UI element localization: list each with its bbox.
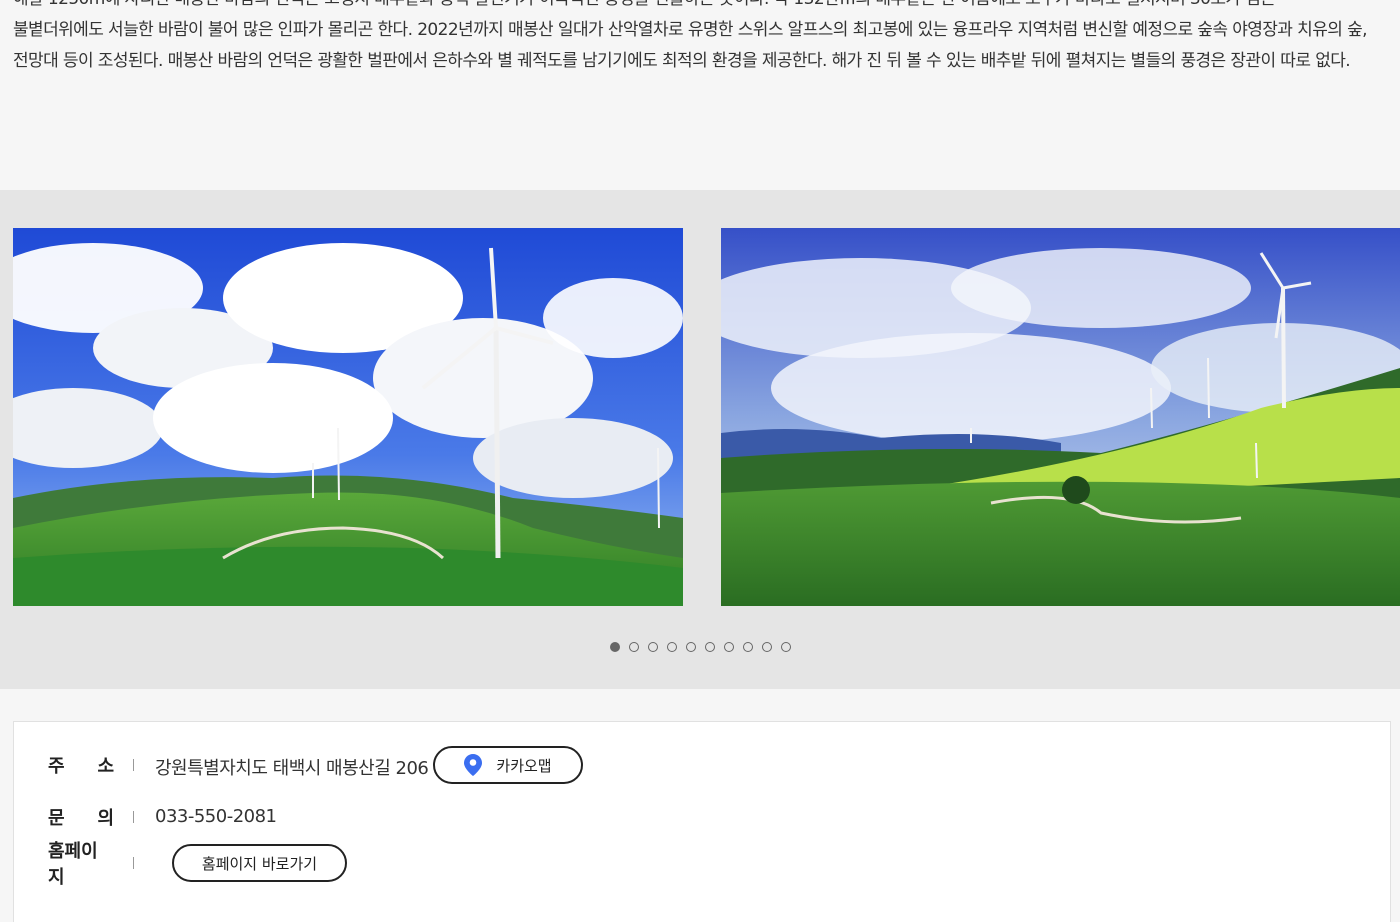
gallery-dot-9[interactable]: [762, 642, 772, 652]
contact-phone: 033-550-2081: [155, 806, 277, 827]
gallery-pagination: [610, 642, 791, 652]
gallery-dot-7[interactable]: [724, 642, 734, 652]
photo-gallery: [0, 190, 1400, 689]
address-label: 주 소: [48, 756, 114, 777]
cabbage-field-photo: [721, 228, 1400, 606]
gallery-dot-4[interactable]: [667, 642, 677, 652]
gallery-dot-5[interactable]: [686, 642, 696, 652]
gallery-dot-10[interactable]: [781, 642, 791, 652]
gallery-dot-8[interactable]: [743, 642, 753, 652]
map-pin-icon: [464, 754, 483, 776]
description-line: 해발 1250m에 자리한 매봉산 바람의 언덕은 고랭지 배추밭과 풍력 발전…: [13, 0, 1391, 15]
gallery-dot-3[interactable]: [648, 642, 658, 652]
homepage-label: 홈페이지: [48, 841, 98, 888]
description-line: 전망대 등이 조성된다. 매봉산 바람의 언덕은 광활한 벌판에서 은하수와 별…: [13, 51, 1351, 71]
wind-turbine-hill-photo: [13, 228, 683, 606]
gallery-dot-6[interactable]: [705, 642, 715, 652]
description-line: 불볕더위에도 서늘한 바람이 불어 많은 인파가 몰리곤 한다. 2022년까지…: [13, 20, 1368, 40]
gallery-slide-1[interactable]: [13, 228, 683, 606]
divider: [133, 811, 134, 823]
gallery-dot-2[interactable]: [629, 642, 639, 652]
kakao-map-button[interactable]: 카카오맵: [433, 746, 583, 784]
homepage-link-button[interactable]: 홈페이지 바로가기: [172, 844, 347, 882]
gallery-dot-1[interactable]: [610, 642, 620, 652]
contact-label: 문 의: [48, 808, 114, 829]
description-text: 해발 1250m에 자리한 매봉산 바람의 언덕은 고랭지 배추밭과 풍력 발전…: [13, 0, 1391, 77]
divider: [133, 857, 134, 869]
kakao-map-label: 카카오맵: [496, 756, 552, 775]
address-value: 강원특별자치도 태백시 매봉산길 206: [155, 758, 429, 779]
info-panel: 주 소 강원특별자치도 태백시 매봉산길 206 카카오맵 문 의 033-55…: [13, 721, 1391, 922]
gallery-slide-2[interactable]: [721, 228, 1400, 606]
divider: [133, 759, 134, 771]
